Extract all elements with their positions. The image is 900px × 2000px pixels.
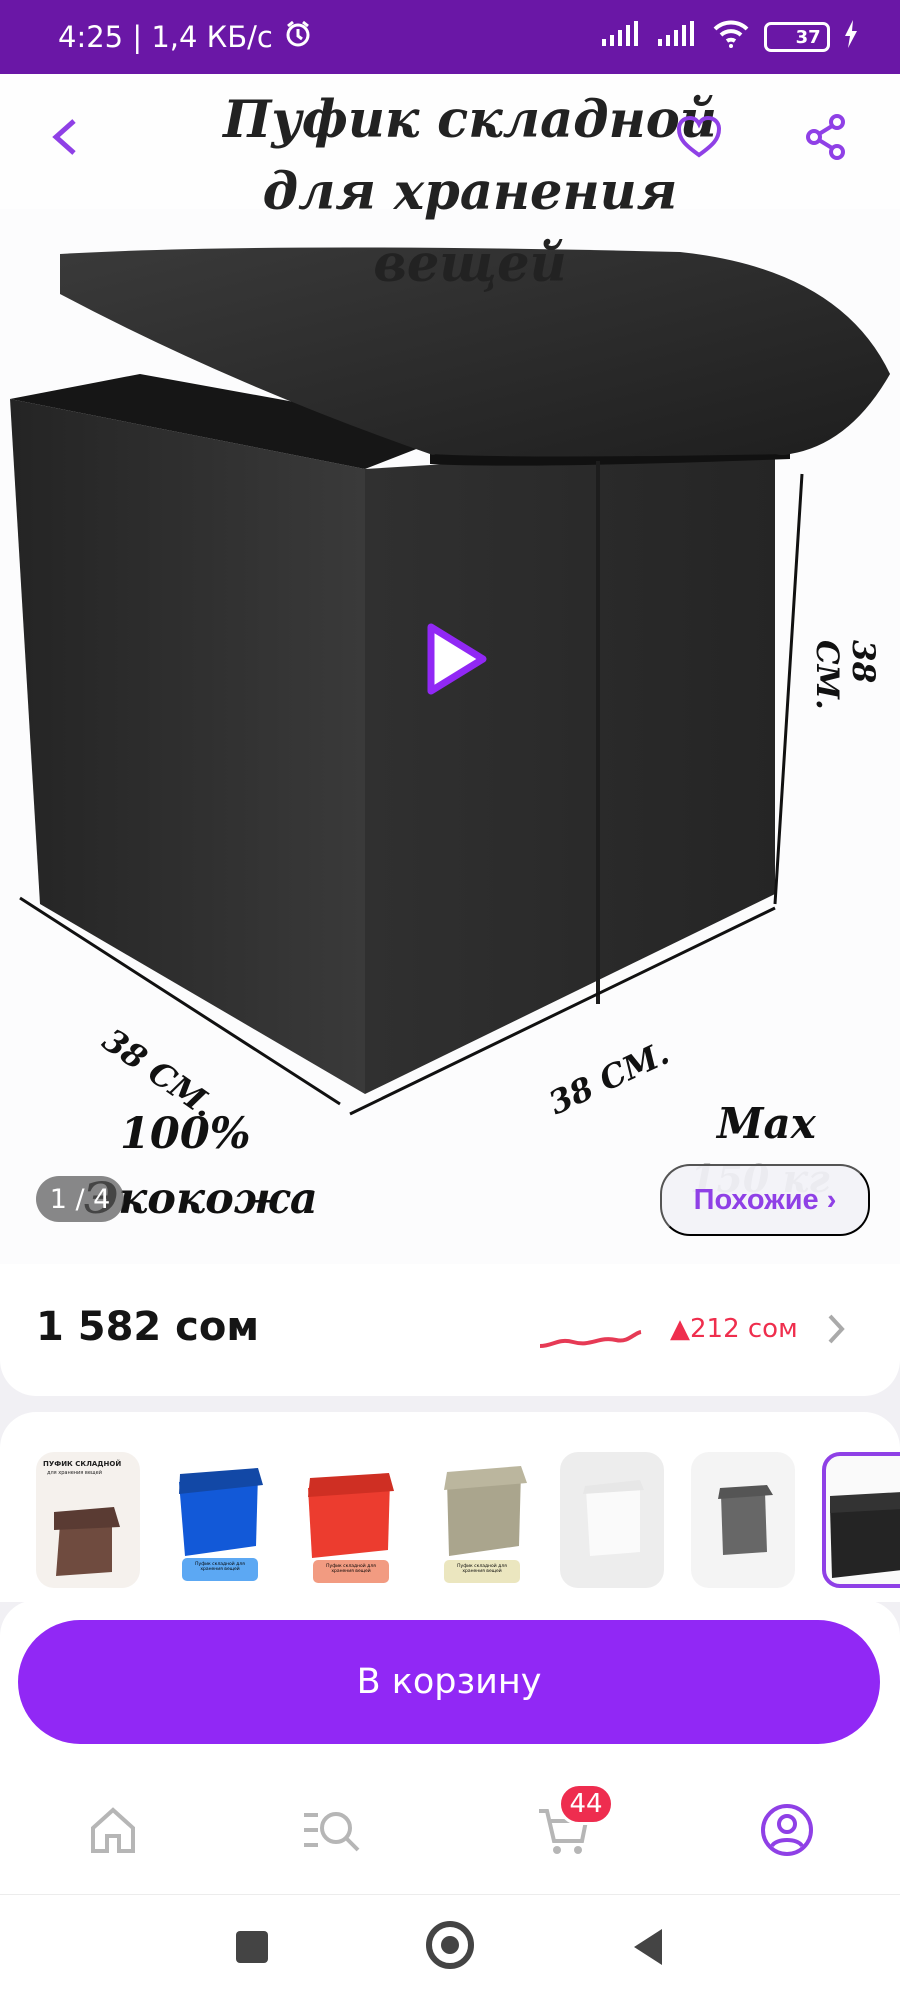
wifi-icon — [712, 19, 750, 56]
variant-gray[interactable] — [691, 1452, 795, 1588]
status-bar: 4:25 | 1,4 КБ/с 37 — [0, 0, 900, 74]
battery-level: 37 — [795, 26, 821, 48]
home-tab[interactable] — [84, 1801, 142, 1859]
favorite-button[interactable] — [664, 102, 734, 172]
mini-variant-badge: Пуфик складной для хранения вещей — [195, 1562, 245, 1572]
play-video-button[interactable] — [415, 619, 495, 699]
share-button[interactable] — [791, 102, 861, 172]
play-icon — [427, 623, 487, 695]
signal-icon — [656, 20, 698, 55]
variant-brown[interactable]: ПУФИК СКЛАДНОЙ для хранения вещей — [36, 1452, 140, 1588]
title-line-2: для хранения вещей — [262, 162, 678, 294]
cart-count-badge: 44 — [558, 1783, 614, 1825]
battery-icon: 37 — [764, 22, 830, 52]
back-arrow-icon — [52, 119, 76, 155]
heart-icon — [676, 115, 722, 158]
variant-orange[interactable]: Пуфик складной для хранения вещей — [298, 1452, 402, 1588]
chevron-right-icon[interactable] — [824, 1312, 848, 1346]
mini-product-title: ПУФИК СКЛАДНОЙ — [43, 1460, 122, 1468]
price-card: 1 582 сом ▲212 сом — [0, 1264, 900, 1396]
mini-variant-badge: Пуфик складной для хранения вещей — [457, 1564, 507, 1574]
signal-icon — [600, 20, 642, 55]
system-navigation-bar — [0, 1895, 900, 2000]
profile-icon — [761, 1804, 813, 1856]
status-time-speed: 4:25 | 1,4 КБ/с — [58, 20, 273, 54]
home-button[interactable] — [426, 1921, 474, 1969]
catalog-search-icon — [304, 1812, 360, 1852]
height-dimension-label: 38 СМ. — [809, 640, 881, 710]
variant-white[interactable] — [560, 1452, 664, 1588]
purchase-bar: В корзину — [0, 1600, 900, 1765]
share-icon — [806, 114, 845, 160]
variant-beige[interactable]: Пуфик складной для хранения вещей — [429, 1452, 533, 1588]
home-icon — [91, 1807, 135, 1853]
similar-products-button[interactable]: Похожие › — [660, 1164, 870, 1236]
max-load-label: Max — [717, 1099, 816, 1148]
product-price: 1 582 сом — [36, 1304, 260, 1350]
alarm-icon — [283, 19, 313, 56]
variant-blue[interactable]: Пуфик складной для хранения вещей — [167, 1452, 271, 1588]
variant-black-selected[interactable] — [822, 1452, 900, 1588]
mini-variant-badge: Пуфик складной для хранения вещей — [326, 1564, 376, 1574]
profile-tab[interactable] — [758, 1801, 816, 1859]
back-system-icon[interactable] — [628, 1925, 668, 1969]
material-percent: 100% — [120, 1109, 251, 1159]
product-gallery[interactable]: Пуфик складной для хранения вещей 38 СМ.… — [0, 74, 900, 1264]
back-button[interactable] — [30, 102, 100, 172]
mini-product-subtitle: для хранения вещей — [47, 1470, 102, 1476]
price-change: ▲212 сом — [670, 1314, 798, 1344]
image-counter: 1 / 4 — [36, 1176, 124, 1222]
add-to-cart-button[interactable]: В корзину — [18, 1620, 880, 1744]
recent-apps-button[interactable] — [236, 1931, 268, 1963]
price-history-sparkline — [539, 1330, 642, 1348]
color-variants-carousel[interactable]: ПУФИК СКЛАДНОЙ для хранения вещей Пуфик … — [0, 1412, 900, 1602]
charging-icon — [844, 19, 858, 55]
bottom-navigation: 44 — [0, 1765, 900, 1895]
catalog-search-tab[interactable] — [300, 1801, 360, 1859]
